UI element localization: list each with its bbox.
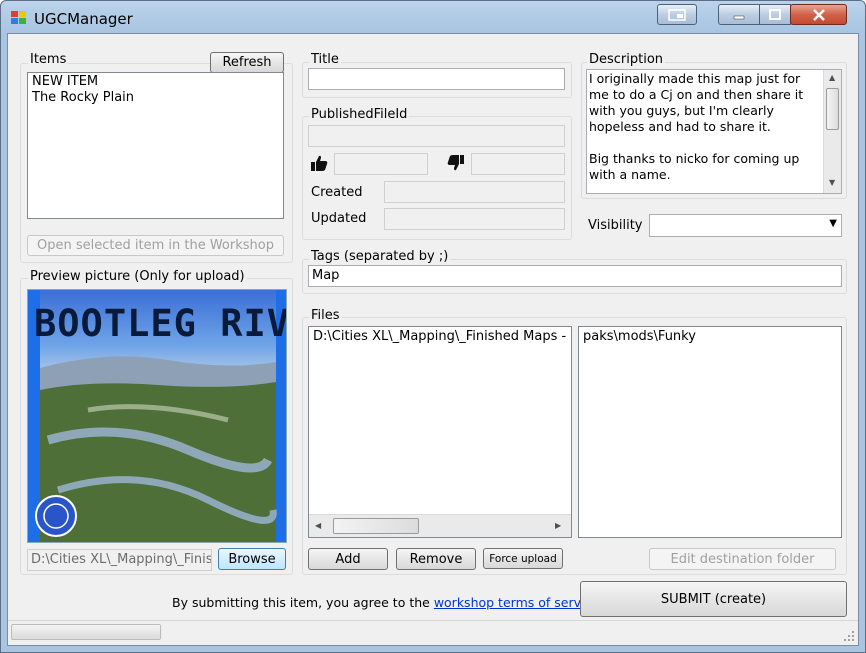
- title-label: Title: [309, 52, 341, 67]
- refresh-button[interactable]: Refresh: [210, 52, 284, 73]
- remove-file-button[interactable]: Remove: [396, 548, 476, 570]
- created-label: Created: [311, 185, 363, 200]
- list-item[interactable]: paks\mods\Funky: [579, 329, 841, 345]
- description-text: I originally made this map just for me t…: [589, 71, 804, 182]
- preview-label: Preview picture (Only for upload): [28, 269, 247, 284]
- items-listbox[interactable]: NEW ITEM The Rocky Plain: [27, 72, 284, 219]
- window-extra-button[interactable]: [657, 4, 697, 25]
- window-title: UGCManager: [34, 10, 133, 28]
- agreement-text: By submitting this item, you agree to th…: [172, 595, 603, 610]
- description-label: Description: [587, 52, 666, 67]
- visibility-label: Visibility: [588, 218, 643, 233]
- downvotes-field[interactable]: [471, 153, 565, 175]
- preview-image-title: BOOTLEG RIVER: [34, 302, 286, 345]
- terms-link[interactable]: workshop terms of service: [434, 595, 599, 610]
- source-files-scrollbar[interactable]: ◀ ▶: [309, 514, 571, 537]
- maximize-icon: [760, 5, 790, 24]
- add-file-button[interactable]: Add: [308, 548, 388, 570]
- app-icon: [11, 11, 26, 24]
- description-textarea[interactable]: I originally made this map just for me t…: [586, 69, 842, 194]
- minimize-button[interactable]: [718, 4, 760, 25]
- browse-button[interactable]: Browse: [218, 548, 286, 570]
- scroll-thumb[interactable]: [826, 88, 839, 130]
- preview-image: BOOTLEG RIVER: [27, 289, 287, 543]
- open-in-workshop-button[interactable]: Open selected item in the Workshop: [27, 235, 284, 256]
- tags-label: Tags (separated by ;): [309, 249, 451, 264]
- window-icon: [658, 5, 696, 24]
- thumbs-down-icon: [447, 155, 464, 171]
- upvotes-field[interactable]: [334, 153, 428, 175]
- visibility-select[interactable]: ▼: [649, 214, 842, 237]
- progress-bar: [11, 624, 161, 640]
- agreement-prefix: By submitting this item, you agree to th…: [172, 595, 434, 610]
- tags-input[interactable]: Map: [308, 265, 842, 287]
- list-item[interactable]: D:\Cities XL\_Mapping\_Finished Maps - W…: [309, 329, 571, 345]
- source-files-listbox[interactable]: D:\Cities XL\_Mapping\_Finished Maps - W…: [308, 326, 572, 538]
- edit-destination-button[interactable]: Edit destination folder: [649, 548, 836, 570]
- chevron-down-icon: ▼: [829, 218, 837, 229]
- files-label: Files: [309, 308, 342, 323]
- updated-label: Updated: [311, 211, 367, 226]
- published-file-id-field[interactable]: [308, 125, 565, 147]
- close-button[interactable]: [790, 4, 847, 25]
- submit-button[interactable]: SUBMIT (create): [580, 581, 847, 617]
- updated-field[interactable]: [384, 208, 565, 230]
- created-field[interactable]: [384, 181, 565, 203]
- close-icon: [791, 5, 846, 24]
- scroll-down-icon[interactable]: ▼: [829, 178, 835, 187]
- scroll-thumb[interactable]: [333, 518, 419, 534]
- resize-grip-icon[interactable]: [843, 630, 855, 642]
- items-label: Items: [28, 52, 69, 67]
- scroll-left-icon[interactable]: ◀: [315, 521, 321, 530]
- scroll-up-icon[interactable]: ▲: [829, 73, 835, 82]
- list-item[interactable]: The Rocky Plain: [28, 90, 283, 106]
- list-item[interactable]: NEW ITEM: [28, 74, 283, 90]
- scroll-right-icon[interactable]: ▶: [555, 521, 561, 530]
- destination-files-listbox[interactable]: paks\mods\Funky: [578, 326, 842, 538]
- preview-path-field[interactable]: D:\Cities XL\_Mapping\_Finish: [27, 549, 212, 571]
- minimize-icon: [719, 5, 759, 24]
- title-input[interactable]: [308, 68, 565, 90]
- published-file-label: PublishedFileId: [309, 107, 410, 122]
- force-upload-button[interactable]: Force upload: [483, 548, 563, 569]
- maximize-button[interactable]: [759, 4, 791, 25]
- thumbs-up-icon: [311, 155, 328, 171]
- description-scrollbar[interactable]: ▲ ▼: [823, 70, 841, 193]
